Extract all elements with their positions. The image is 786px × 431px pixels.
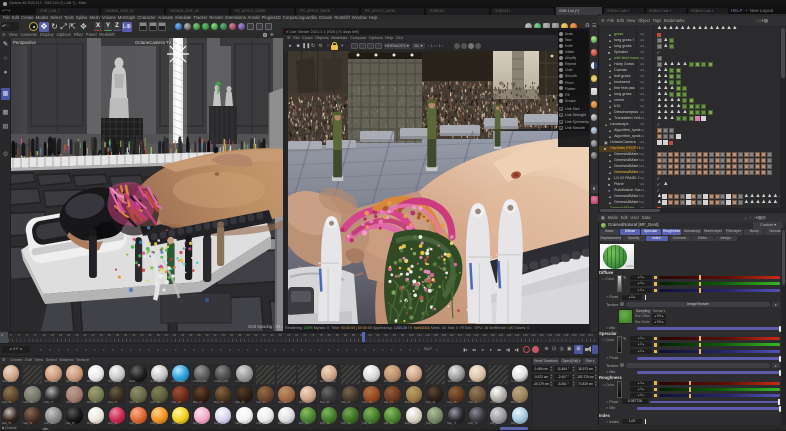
svg-text:Grid Spacing : 95 cm: Grid Spacing : 95 cm: [248, 324, 283, 329]
